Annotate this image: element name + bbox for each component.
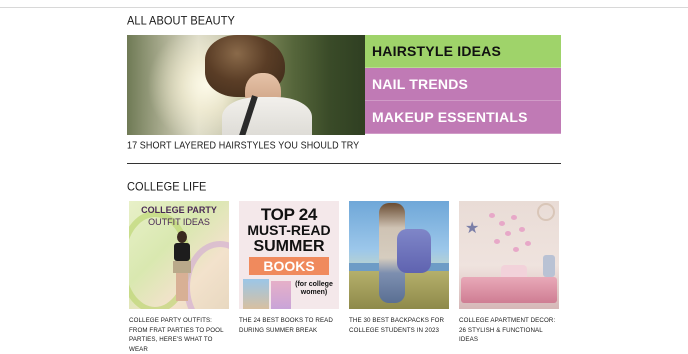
section-heading-college: COLLEGE LIFE <box>127 181 207 194</box>
article-card[interactable]: TOP 24 MUST-READ SUMMER BOOKS (for colle… <box>239 201 339 335</box>
butterfly-decor <box>499 221 505 226</box>
article-title[interactable]: THE 30 BEST BACKPACKS FOR COLLEGE STUDEN… <box>349 316 449 335</box>
thumbnail-text: (for college women) <box>295 281 333 296</box>
menu-item-nail-trends[interactable]: NAIL TRENDS <box>365 68 561 101</box>
article-card[interactable]: THE 30 BEST BACKPACKS FOR COLLEGE STUDEN… <box>349 201 449 335</box>
article-thumbnail[interactable]: TOP 24 MUST-READ SUMMER BOOKS (for colle… <box>239 201 339 309</box>
thumbnail-text: COLLEGE PARTY <box>141 205 217 215</box>
woman-shirt <box>222 97 312 135</box>
wall-hoop <box>537 203 555 221</box>
feature-caption-link[interactable]: 17 SHORT LAYERED HAIRSTYLES YOU SHOULD T… <box>127 140 359 151</box>
thumbnail-text: MUST-READ <box>247 222 331 238</box>
lamp <box>543 255 555 277</box>
bed <box>461 277 557 303</box>
butterfly-decor <box>505 231 511 236</box>
butterfly-decor <box>494 239 500 244</box>
beauty-category-menu: HAIRSTYLE IDEAS NAIL TRENDS MAKEUP ESSEN… <box>365 35 561 134</box>
menu-item-makeup-essentials[interactable]: MAKEUP ESSENTIALS <box>365 101 561 134</box>
book-cover <box>271 281 291 309</box>
section-heading-beauty: ALL ABOUT BEAUTY <box>127 15 235 28</box>
star-decor-icon: ★ <box>465 220 480 237</box>
thumbnail-text: SUMMER <box>253 238 325 255</box>
article-title[interactable]: COLLEGE APARTMENT DECOR: 26 STYLISH & FU… <box>459 316 559 345</box>
article-title[interactable]: COLLEGE PARTY OUTFITS: FROM FRAT PARTIES… <box>129 316 229 354</box>
book-cover <box>243 279 269 309</box>
thumbnail-text: TOP 24 <box>260 205 318 224</box>
article-title[interactable]: THE 24 BEST BOOKS TO READ DURING SUMMER … <box>239 316 339 335</box>
butterfly-decor <box>519 227 525 232</box>
butterfly-decor <box>489 213 495 218</box>
article-thumbnail[interactable]: COLLEGE PARTY OUTFIT IDEAS <box>129 201 229 309</box>
backpack <box>397 229 431 273</box>
thumbnail-text: OUTFIT IDEAS <box>148 217 210 227</box>
menu-item-hairstyle-ideas[interactable]: HAIRSTYLE IDEAS <box>365 35 561 68</box>
article-thumbnail[interactable]: ★ <box>459 201 559 309</box>
section-divider <box>127 163 561 164</box>
top-divider <box>0 7 688 8</box>
butterfly-decor <box>511 215 517 220</box>
thumbnail-text: BOOKS <box>249 257 329 275</box>
butterfly-decor <box>513 247 519 252</box>
article-thumbnail[interactable] <box>349 201 449 309</box>
model-figure <box>171 231 193 303</box>
feature-image[interactable] <box>127 35 365 135</box>
article-card[interactable]: COLLEGE PARTY OUTFIT IDEAS COLLEGE PARTY… <box>129 201 229 354</box>
article-card[interactable]: ★ COLLEGE APARTMENT DECOR: 26 STYLISH & … <box>459 201 559 345</box>
butterfly-decor <box>525 241 531 246</box>
